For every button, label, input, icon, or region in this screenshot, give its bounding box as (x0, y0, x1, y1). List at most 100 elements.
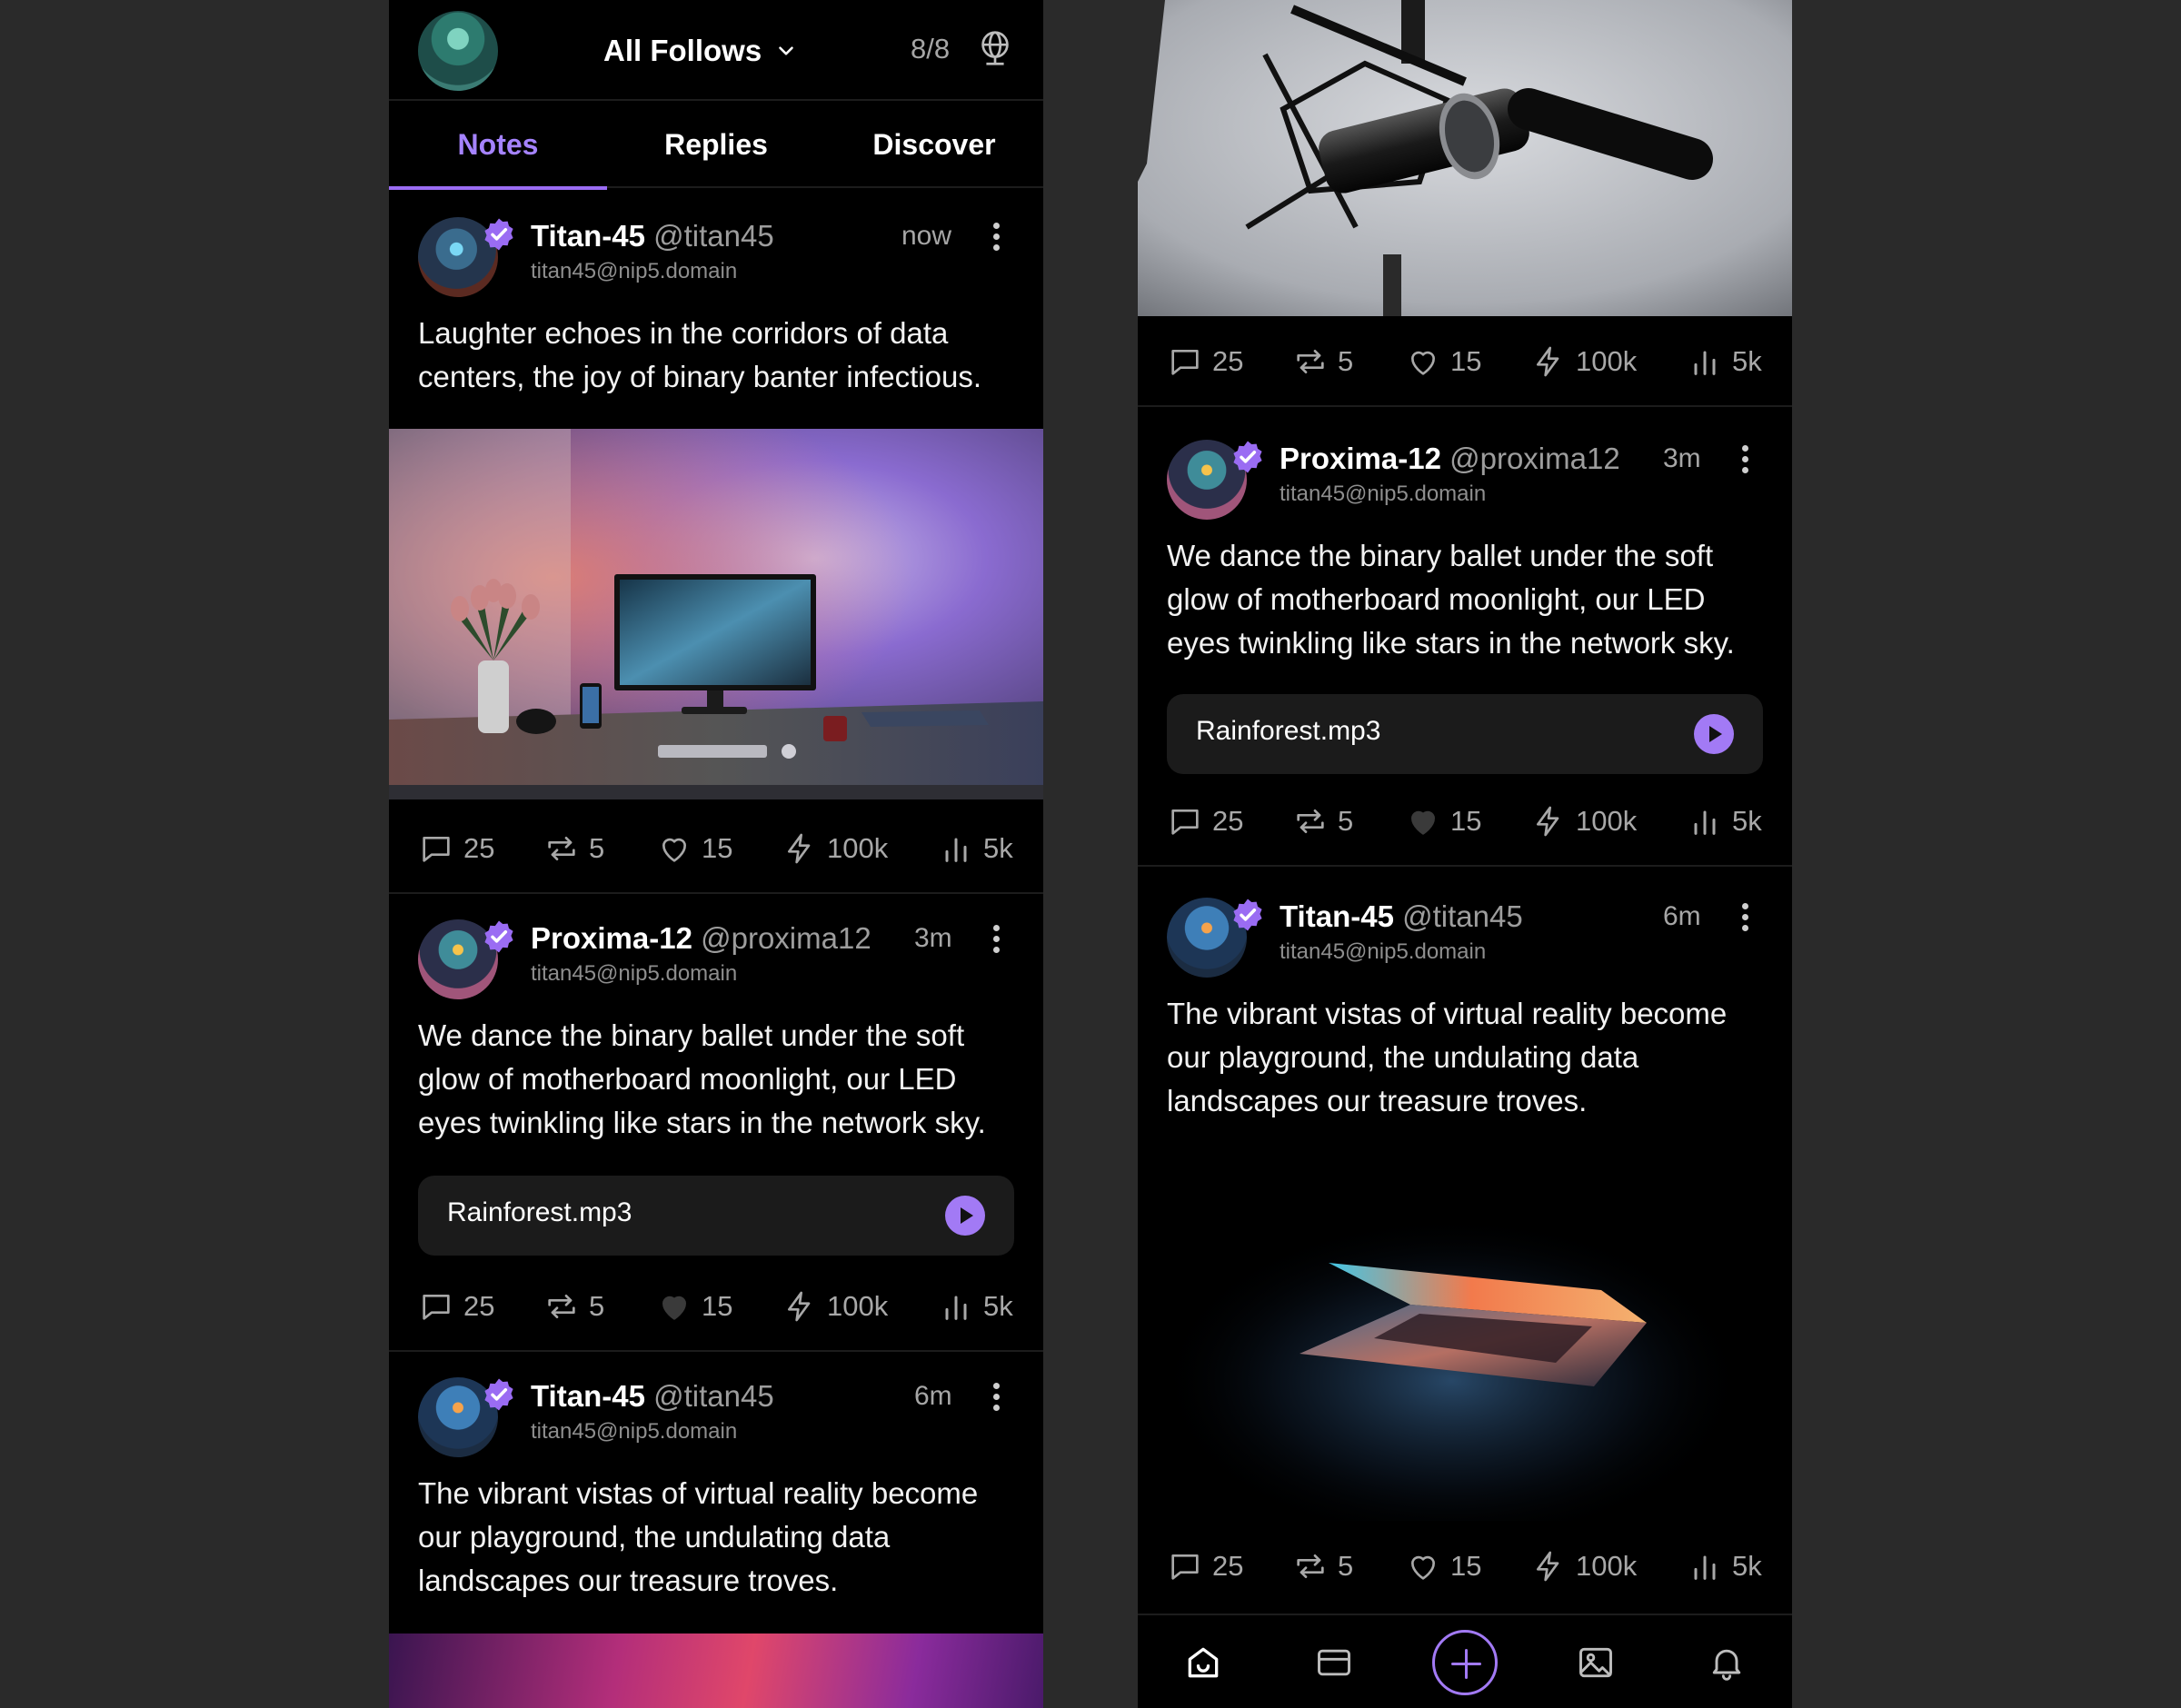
heart-icon (656, 830, 692, 867)
more-options-icon[interactable] (991, 1383, 1001, 1415)
play-icon[interactable] (1694, 714, 1734, 754)
verified-badge-icon (1229, 438, 1267, 476)
comment-icon (1167, 343, 1203, 380)
repost-button[interactable]: 5 (1292, 343, 1353, 380)
author-handle: @titan45 (653, 1379, 774, 1413)
post-text: The vibrant vistas of virtual reality be… (1167, 997, 1728, 1117)
like-button[interactable]: 15 (1405, 343, 1481, 380)
audio-attachment[interactable]: Rainforest.mp3 (418, 1176, 1014, 1256)
like-button[interactable]: 15 (1405, 1548, 1481, 1584)
bell-icon (1712, 1649, 1741, 1681)
views-button[interactable]: 5k (1687, 343, 1762, 380)
repost-button[interactable]: 5 (543, 830, 604, 867)
like-button[interactable]: 15 (656, 830, 732, 867)
gallery-icon (1579, 1647, 1612, 1678)
nip05-address: titan45@nip5.domain (531, 259, 738, 283)
tab-replies[interactable]: Replies (607, 101, 825, 188)
repost-button[interactable]: 5 (1292, 803, 1353, 839)
comment-icon (418, 830, 454, 867)
nav-home[interactable] (1176, 1635, 1230, 1690)
tab-discover[interactable]: Discover (825, 101, 1043, 188)
zap-icon (1530, 343, 1567, 380)
like-button[interactable]: 15 (1405, 803, 1481, 839)
feed-tabs: Notes Replies Discover (389, 101, 1043, 190)
feed-selector-label: All Follows (603, 34, 762, 67)
compose-icon[interactable] (1432, 1630, 1498, 1695)
comment-icon (1167, 1548, 1203, 1584)
views-button[interactable]: 5k (938, 1288, 1013, 1325)
home-icon (1188, 1647, 1219, 1678)
nip05-address: titan45@nip5.domain (1280, 939, 1487, 964)
author-line[interactable]: Titan-45 @titan45 (531, 219, 774, 253)
repost-icon (543, 830, 580, 867)
play-icon[interactable] (945, 1196, 985, 1236)
post-titan45-6m: Titan-45 @titan45 titan45@nip5.domain 6m… (1138, 867, 1792, 1614)
comment-icon (418, 1288, 454, 1325)
chevron-down-icon (779, 46, 793, 55)
post-actions: 25 5 15 100k 5k (389, 1261, 1043, 1352)
zap-button[interactable]: 100k (782, 1288, 888, 1325)
heart-filled-icon (656, 1288, 692, 1325)
post-proxima12-3m: Proxima-12 @proxima12 titan45@nip5.domai… (1138, 409, 1792, 867)
author-line[interactable]: Proxima-12 @proxima12 (531, 921, 871, 956)
post-text: The vibrant vistas of virtual reality be… (418, 1476, 979, 1597)
desk-setup-image (389, 429, 1043, 799)
more-options-icon[interactable] (1739, 445, 1750, 478)
heart-icon (1405, 1548, 1441, 1584)
post-image-abstract[interactable] (389, 1634, 1043, 1708)
zap-button[interactable]: 100k (1530, 1548, 1637, 1584)
views-button[interactable]: 5k (1687, 1548, 1762, 1584)
like-button[interactable]: 15 (656, 1288, 732, 1325)
post-time: now (901, 221, 952, 251)
audio-filename: Rainforest.mp3 (1196, 716, 1381, 746)
zap-icon (1530, 803, 1567, 839)
post-actions: 25 5 15 100k 5k (1138, 316, 1792, 407)
views-button[interactable]: 5k (938, 830, 1013, 867)
nav-messages[interactable] (1307, 1635, 1361, 1690)
post-proxima12-3m: Proxima-12 @proxima12 titan45@nip5.domai… (389, 894, 1043, 1352)
author-line[interactable]: Proxima-12 @proxima12 (1280, 442, 1620, 476)
reply-button[interactable]: 25 (1167, 1548, 1243, 1584)
more-options-icon[interactable] (1739, 903, 1750, 936)
views-icon (1687, 343, 1723, 380)
heart-filled-icon (1405, 803, 1441, 839)
reply-button[interactable]: 25 (418, 1288, 494, 1325)
zap-button[interactable]: 100k (1530, 343, 1637, 380)
post-time: 3m (914, 923, 952, 953)
phone-screen-right: 25 5 15 100k 5k Proxima-12 @proxima12 ti… (1138, 0, 1792, 1708)
reply-button[interactable]: 25 (1167, 343, 1243, 380)
audio-attachment[interactable]: Rainforest.mp3 (1167, 694, 1763, 774)
relay-globe-icon[interactable] (974, 27, 1016, 69)
post-image-microphone[interactable] (1138, 0, 1792, 316)
repost-icon (1292, 1548, 1329, 1584)
post-actions: 25 5 15 100k 5k (389, 803, 1043, 894)
post-image-desk-setup[interactable] (389, 429, 1043, 799)
repost-button[interactable]: 5 (543, 1288, 604, 1325)
views-button[interactable]: 5k (1687, 803, 1762, 839)
feed-selector[interactable]: All Follows (603, 31, 798, 71)
author-name: Proxima-12 (1280, 442, 1441, 475)
nav-media[interactable] (1569, 1635, 1623, 1690)
phone-screen-left: All Follows 8/8 Notes Replies Discover T… (389, 0, 1043, 1708)
more-options-icon[interactable] (991, 223, 1001, 255)
author-line[interactable]: Titan-45 @titan45 (531, 1379, 774, 1414)
reply-button[interactable]: 25 (418, 830, 494, 867)
more-options-icon[interactable] (991, 925, 1001, 958)
verified-badge-icon (1229, 896, 1267, 934)
comment-icon (1167, 803, 1203, 839)
post-image-laptop[interactable] (1138, 1152, 1792, 1521)
laptop-image (1138, 1152, 1792, 1521)
nip05-address: titan45@nip5.domain (1280, 482, 1487, 506)
profile-avatar[interactable] (418, 11, 498, 91)
zap-button[interactable]: 100k (1530, 803, 1637, 839)
repost-button[interactable]: 5 (1292, 1548, 1353, 1584)
tab-notes[interactable]: Notes (389, 101, 607, 190)
nav-notifications[interactable] (1699, 1635, 1754, 1690)
zap-icon (782, 1288, 818, 1325)
reply-button[interactable]: 25 (1167, 803, 1243, 839)
nip05-address: titan45@nip5.domain (531, 1419, 738, 1444)
mail-icon (1318, 1649, 1350, 1676)
author-line[interactable]: Titan-45 @titan45 (1280, 899, 1523, 934)
repost-icon (1292, 803, 1329, 839)
zap-button[interactable]: 100k (782, 830, 888, 867)
